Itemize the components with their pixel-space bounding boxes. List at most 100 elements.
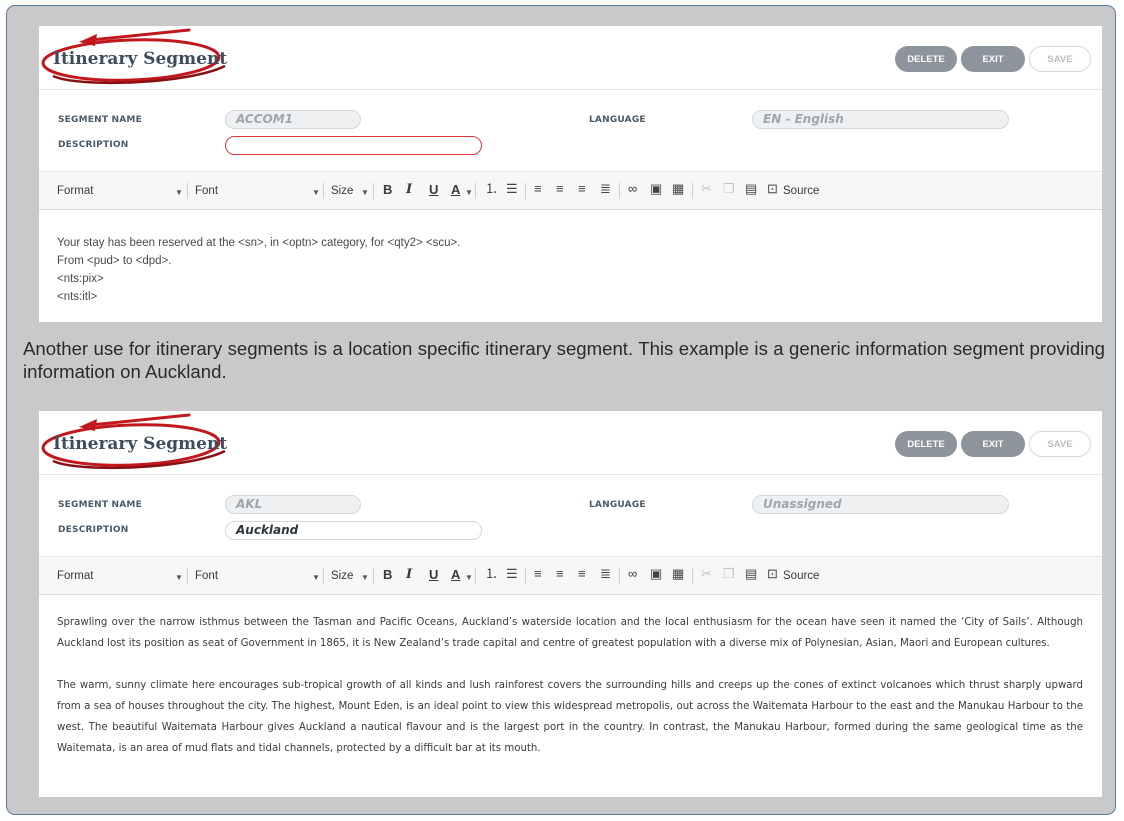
image-icon[interactable]: ▣: [650, 182, 662, 196]
link-icon[interactable]: ∞: [628, 567, 637, 581]
underline-button[interactable]: U: [429, 183, 438, 197]
panel-header: Itinerary Segment DELETE EXIT SAVE: [39, 26, 1102, 90]
source-button[interactable]: Source: [783, 184, 819, 198]
bullet-list-icon[interactable]: ☰: [506, 182, 518, 196]
toolbar-separator: [525, 183, 526, 199]
text-color-caret-icon[interactable]: ▼: [465, 186, 473, 200]
toolbar-separator: [187, 183, 188, 199]
document-frame: Itinerary Segment DELETE EXIT SAVE SEGME…: [6, 5, 1116, 815]
format-dropdown[interactable]: Format: [57, 569, 93, 583]
size-dropdown[interactable]: Size: [331, 184, 353, 198]
justify-icon[interactable]: ≣: [600, 182, 611, 196]
numbered-list-icon[interactable]: ⒈: [485, 182, 498, 196]
save-button[interactable]: SAVE: [1029, 46, 1091, 72]
content-line: Your stay has been reserved at the <sn>,…: [57, 237, 461, 249]
size-caret-icon[interactable]: ▼: [361, 571, 369, 585]
page-title: Itinerary Segment: [53, 434, 228, 454]
description-label: DESCRIPTION: [58, 525, 129, 535]
bold-button[interactable]: B: [383, 568, 392, 582]
table-icon[interactable]: ▦: [672, 182, 684, 196]
toolbar-separator: [475, 568, 476, 584]
toolbar-separator: [619, 183, 620, 199]
language-label: LANGUAGE: [589, 500, 646, 510]
font-caret-icon[interactable]: ▼: [312, 186, 320, 200]
exit-button[interactable]: EXIT: [961, 431, 1025, 457]
editor-content[interactable]: Your stay has been reserved at the <sn>,…: [39, 210, 1102, 306]
segment-name-field[interactable]: AKL: [225, 495, 361, 514]
text-color-caret-icon[interactable]: ▼: [465, 571, 473, 585]
toolbar-separator: [475, 183, 476, 199]
align-right-icon[interactable]: ≡: [578, 567, 586, 581]
underline-button[interactable]: U: [429, 568, 438, 582]
copy-icon[interactable]: ❐: [723, 182, 735, 196]
numbered-list-icon[interactable]: ⒈: [485, 567, 498, 581]
text-color-button[interactable]: A: [451, 568, 460, 582]
source-icon[interactable]: ⊡: [767, 567, 778, 581]
segment-name-field[interactable]: ACCOM1: [225, 110, 361, 129]
align-left-icon[interactable]: ≡: [534, 182, 542, 196]
language-field[interactable]: Unassigned: [752, 495, 1009, 514]
size-caret-icon[interactable]: ▼: [361, 186, 369, 200]
itinerary-segment-panel-accom1: Itinerary Segment DELETE EXIT SAVE SEGME…: [39, 26, 1102, 322]
format-dropdown[interactable]: Format: [57, 184, 93, 198]
align-center-icon[interactable]: ≡: [556, 567, 564, 581]
align-center-icon[interactable]: ≡: [556, 182, 564, 196]
justify-icon[interactable]: ≣: [600, 567, 611, 581]
cut-icon[interactable]: ✂: [701, 182, 712, 196]
page-title: Itinerary Segment: [53, 49, 228, 69]
font-dropdown[interactable]: Font: [195, 184, 218, 198]
description-label: DESCRIPTION: [58, 140, 129, 150]
content-line: <nts:itl>: [57, 291, 98, 303]
action-buttons: DELETE EXIT SAVE: [895, 431, 1091, 457]
cut-icon[interactable]: ✂: [701, 567, 712, 581]
save-button[interactable]: SAVE: [1029, 431, 1091, 457]
language-field[interactable]: EN - English: [752, 110, 1009, 129]
italic-button[interactable]: I: [406, 183, 412, 197]
font-dropdown[interactable]: Font: [195, 569, 218, 583]
source-button[interactable]: Source: [783, 569, 819, 583]
exit-button[interactable]: EXIT: [961, 46, 1025, 72]
toolbar-separator: [323, 568, 324, 584]
content-paragraph: The warm, sunny climate here encourages …: [57, 680, 1083, 754]
toolbar-separator: [619, 568, 620, 584]
table-icon[interactable]: ▦: [672, 567, 684, 581]
source-icon[interactable]: ⊡: [767, 182, 778, 196]
bold-button[interactable]: B: [383, 183, 392, 197]
format-caret-icon[interactable]: ▼: [175, 186, 183, 200]
toolbar-separator: [692, 568, 693, 584]
font-caret-icon[interactable]: ▼: [312, 571, 320, 585]
description-field[interactable]: Auckland: [225, 521, 482, 540]
toolbar-separator: [373, 568, 374, 584]
language-label: LANGUAGE: [589, 115, 646, 125]
toolbar-separator: [187, 568, 188, 584]
bullet-list-icon[interactable]: ☰: [506, 567, 518, 581]
title-annotation: Itinerary Segment: [39, 28, 239, 98]
content-paragraph: Sprawling over the narrow isthmus betwee…: [57, 617, 1083, 649]
itinerary-segment-panel-akl: Itinerary Segment DELETE EXIT SAVE SEGME…: [39, 411, 1102, 797]
segment-name-label: SEGMENT NAME: [58, 115, 142, 125]
size-dropdown[interactable]: Size: [331, 569, 353, 583]
align-left-icon[interactable]: ≡: [534, 567, 542, 581]
content-line: From <pud> to <dpd>.: [57, 255, 172, 267]
segment-fields: SEGMENT NAME AKL DESCRIPTION Auckland LA…: [39, 475, 1102, 557]
action-buttons: DELETE EXIT SAVE: [895, 46, 1091, 72]
title-annotation: Itinerary Segment: [39, 413, 239, 483]
paste-icon[interactable]: ▤: [745, 567, 757, 581]
description-field[interactable]: [225, 136, 482, 155]
editor-content[interactable]: Sprawling over the narrow isthmus betwee…: [39, 595, 1102, 759]
editor-toolbar: Format ▼ Font ▼ Size ▼ B I U A ▼ ⒈ ☰ ≡ ≡…: [39, 557, 1102, 595]
delete-button[interactable]: DELETE: [895, 46, 957, 72]
text-color-button[interactable]: A: [451, 183, 460, 197]
editor-toolbar: Format ▼ Font ▼ Size ▼ B I U A ▼ ⒈ ☰ ≡ ≡…: [39, 172, 1102, 210]
italic-button[interactable]: I: [406, 568, 412, 582]
format-caret-icon[interactable]: ▼: [175, 571, 183, 585]
link-icon[interactable]: ∞: [628, 182, 637, 196]
image-icon[interactable]: ▣: [650, 567, 662, 581]
paste-icon[interactable]: ▤: [745, 182, 757, 196]
toolbar-separator: [525, 568, 526, 584]
toolbar-separator: [692, 183, 693, 199]
copy-icon[interactable]: ❐: [723, 567, 735, 581]
delete-button[interactable]: DELETE: [895, 431, 957, 457]
panel-header: Itinerary Segment DELETE EXIT SAVE: [39, 411, 1102, 475]
align-right-icon[interactable]: ≡: [578, 182, 586, 196]
